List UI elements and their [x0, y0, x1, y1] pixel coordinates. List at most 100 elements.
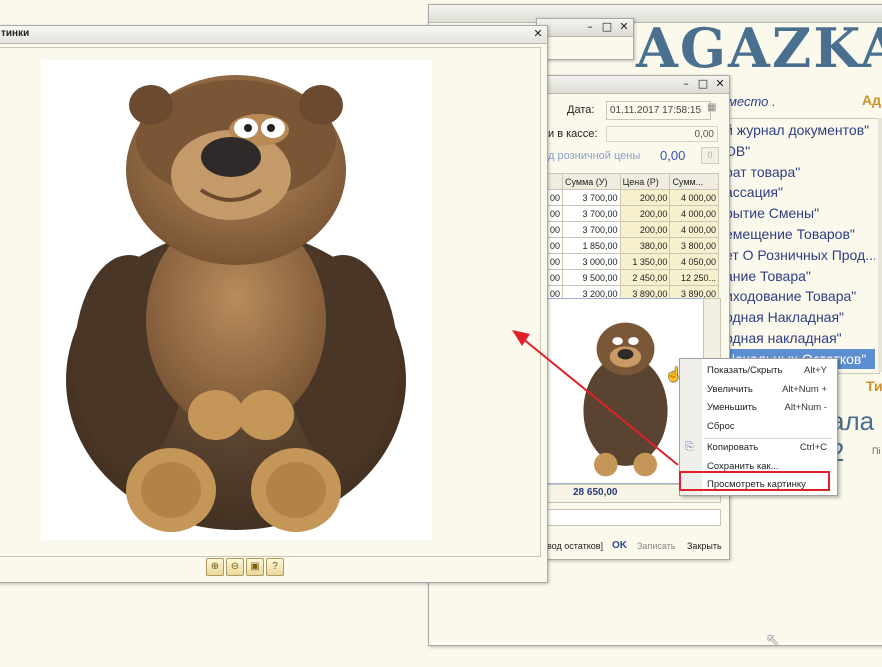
table-cell[interactable]: 9 500,00 — [562, 269, 621, 286]
save-button[interactable]: Записать — [637, 541, 675, 551]
menu-item-shortcut: Ctrl+C — [799, 442, 827, 453]
table-cell[interactable]: 00 — [546, 253, 564, 270]
list-item[interactable]: ание Товара" — [725, 266, 875, 286]
cash-label: и в кассе: — [548, 128, 598, 140]
picture-toolbar: ⊕ ⊖ ▣? — [205, 558, 285, 576]
context-menu-item[interactable]: Копировать Ctrl+C — [680, 442, 837, 456]
table-header-cell — [546, 173, 564, 190]
table-cell[interactable]: 00 — [546, 189, 564, 206]
secondary-window: – □ ✕ — [536, 18, 634, 60]
list-item[interactable]: й журнал документов" — [725, 120, 875, 140]
table-cell[interactable]: 00 — [546, 237, 564, 254]
highlight-box — [679, 471, 830, 491]
table-header-cell[interactable]: Цена (Р) — [619, 173, 671, 190]
retail-price-label: д розничной цены — [548, 150, 641, 162]
table-cell[interactable]: 00 — [546, 221, 564, 238]
close-icon[interactable]: ✕ — [531, 27, 545, 41]
table-cell[interactable]: 00 — [546, 205, 564, 222]
table-cell[interactable]: 12 250... — [669, 269, 719, 286]
date-label: Дата: — [567, 104, 595, 116]
list-item[interactable]: одная накладная" — [725, 328, 875, 348]
list-item[interactable]: одная Накладная" — [725, 307, 875, 327]
table-row[interactable]: 00 3 700,00 200,00 4 000,00 — [546, 221, 719, 238]
menu-item-label: Уменьшить — [707, 402, 757, 413]
table-row[interactable]: 00 9 500,00 2 450,00 12 250... — [546, 269, 719, 286]
list-item[interactable]: ассация" — [725, 182, 875, 202]
table-cell[interactable]: 3 000,00 — [562, 253, 621, 270]
table-row[interactable]: 00 3 700,00 200,00 4 000,00 — [546, 205, 719, 222]
table-header-cell[interactable]: Сумма (У) — [562, 173, 621, 190]
calendar-icon[interactable]: ▦ — [707, 102, 721, 118]
document-window-titlebar: – □ ✕ — [547, 76, 729, 94]
table-cell[interactable]: 3 700,00 — [562, 221, 621, 238]
table-cell[interactable]: 4 000,00 — [669, 189, 719, 206]
goods-table[interactable]: Сумма (У) Цена (Р) Сумм... 00 3 700,00 200… — [546, 173, 719, 302]
table-cell[interactable]: 3 700,00 — [562, 205, 621, 222]
right-top-label: Ад — [862, 92, 881, 108]
table-cell[interactable]: 3 700,00 — [562, 189, 621, 206]
zoom-out-icon[interactable]: ⊖ — [226, 558, 244, 576]
picture-viewer-title: тинки — [1, 28, 30, 39]
context-menu-item[interactable]: Увеличить Alt+Num + — [680, 384, 837, 398]
small-label: Пі — [872, 446, 881, 456]
menu-item-label: Копировать — [707, 442, 759, 453]
table-cell[interactable]: 200,00 — [619, 221, 671, 238]
menu-item-shortcut: Alt+Y — [804, 365, 827, 376]
table-cell[interactable]: 200,00 — [619, 189, 671, 206]
maximize-icon[interactable]: □ — [600, 20, 614, 34]
table-cell[interactable]: 4 050,00 — [669, 253, 719, 270]
table-cell[interactable]: 200,00 — [619, 205, 671, 222]
close-button[interactable]: Закрыть — [687, 541, 722, 551]
table-cell[interactable]: 4 000,00 — [669, 205, 719, 222]
help-icon[interactable]: ? — [266, 558, 284, 576]
list-item[interactable]: ет О Розничных Прод... — [725, 245, 875, 265]
zoom-in-icon[interactable]: ⊕ — [206, 558, 224, 576]
total-value: 28 650,00 — [573, 487, 618, 498]
table-cell[interactable]: 00 — [546, 269, 564, 286]
table-cell[interactable]: 2 450,00 — [619, 269, 671, 286]
table-cell[interactable]: 1 350,00 — [619, 253, 671, 270]
context-menu-item[interactable]: Сброс — [680, 421, 837, 435]
minimize-icon[interactable]: – — [583, 20, 597, 34]
list-item[interactable]: рытие Смены" — [725, 203, 875, 223]
context-menu-item[interactable]: Показать/Скрыть Alt+Y — [680, 365, 837, 379]
table-cell[interactable]: 1 850,00 — [562, 237, 621, 254]
list-item[interactable]: ОВ" — [725, 141, 875, 161]
cash-field: 0,00 — [606, 126, 718, 142]
hand-cursor-icon: ☝ — [665, 366, 683, 382]
secondary-window-titlebar: – □ ✕ — [537, 19, 633, 37]
footer-label: вод остатков] — [547, 541, 604, 551]
table-header-row: Сумма (У) Цена (Р) Сумм... — [546, 173, 719, 190]
mouse-cursor-icon: ↖ — [766, 632, 780, 649]
ok-button[interactable]: OK — [612, 540, 627, 551]
close-icon[interactable]: ✕ — [617, 20, 631, 34]
banner-logo-text: AGAZKA — [636, 16, 882, 80]
date-field[interactable]: 01.11.2017 17:58:15 — [606, 101, 711, 120]
table-header-cell[interactable]: Сумм... — [669, 173, 719, 190]
list-item[interactable]: иходование Товара" — [725, 286, 875, 306]
bear-toy-image — [66, 75, 406, 532]
retail-price-value: 0,00 — [660, 148, 686, 163]
maximize-icon[interactable]: □ — [696, 77, 710, 91]
place-label: место . — [728, 94, 776, 109]
fit-icon[interactable]: ▣ — [246, 558, 264, 576]
menu-item-shortcut: Alt+Num + — [782, 384, 827, 395]
table-cell[interactable]: 4 000,00 — [669, 221, 719, 238]
close-icon[interactable]: ✕ — [713, 77, 727, 91]
menu-item-label: Показать/Скрыть — [707, 365, 783, 376]
table-cell[interactable]: 380,00 — [619, 237, 671, 254]
minimize-icon[interactable]: – — [679, 77, 693, 91]
retail-price-button[interactable]: 0 — [701, 147, 719, 164]
bottom-label: Ти — [866, 378, 882, 394]
menu-item-label: Увеличить — [707, 384, 753, 395]
comment-field[interactable] — [547, 509, 721, 526]
picture-viewer-titlebar: тинки ✕ — [0, 26, 547, 44]
list-scrollbar[interactable] — [878, 118, 882, 372]
table-row[interactable]: 00 1 850,00 380,00 3 800,00 — [546, 237, 719, 254]
table-row[interactable]: 00 3 700,00 200,00 4 000,00 — [546, 189, 719, 206]
table-cell[interactable]: 3 800,00 — [669, 237, 719, 254]
context-menu-item[interactable]: Уменьшить Alt+Num - — [680, 402, 837, 416]
table-row[interactable]: 00 3 000,00 1 350,00 4 050,00 — [546, 253, 719, 270]
list-item[interactable]: рат товара" — [725, 162, 875, 182]
list-item[interactable]: емещение Товаров" — [725, 224, 875, 244]
